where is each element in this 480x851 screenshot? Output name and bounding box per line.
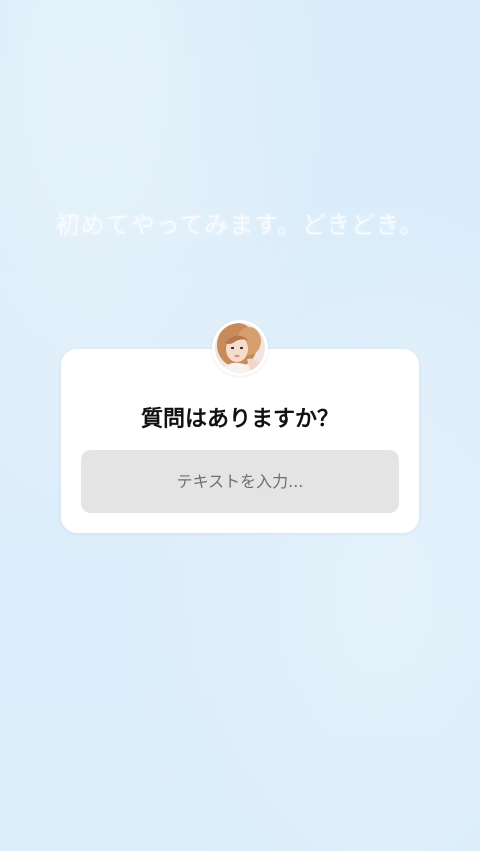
question-sticker: 質問はありますか？ テキストを入力...	[61, 349, 419, 533]
avatar-ring	[212, 320, 268, 376]
story-caption: 初めてやってみます。どきどき。	[55, 211, 425, 239]
avatar	[215, 323, 265, 373]
question-title: 質問はありますか？	[140, 407, 339, 432]
avatar-image	[215, 323, 265, 373]
answer-input[interactable]: テキストを入力...	[81, 450, 399, 513]
